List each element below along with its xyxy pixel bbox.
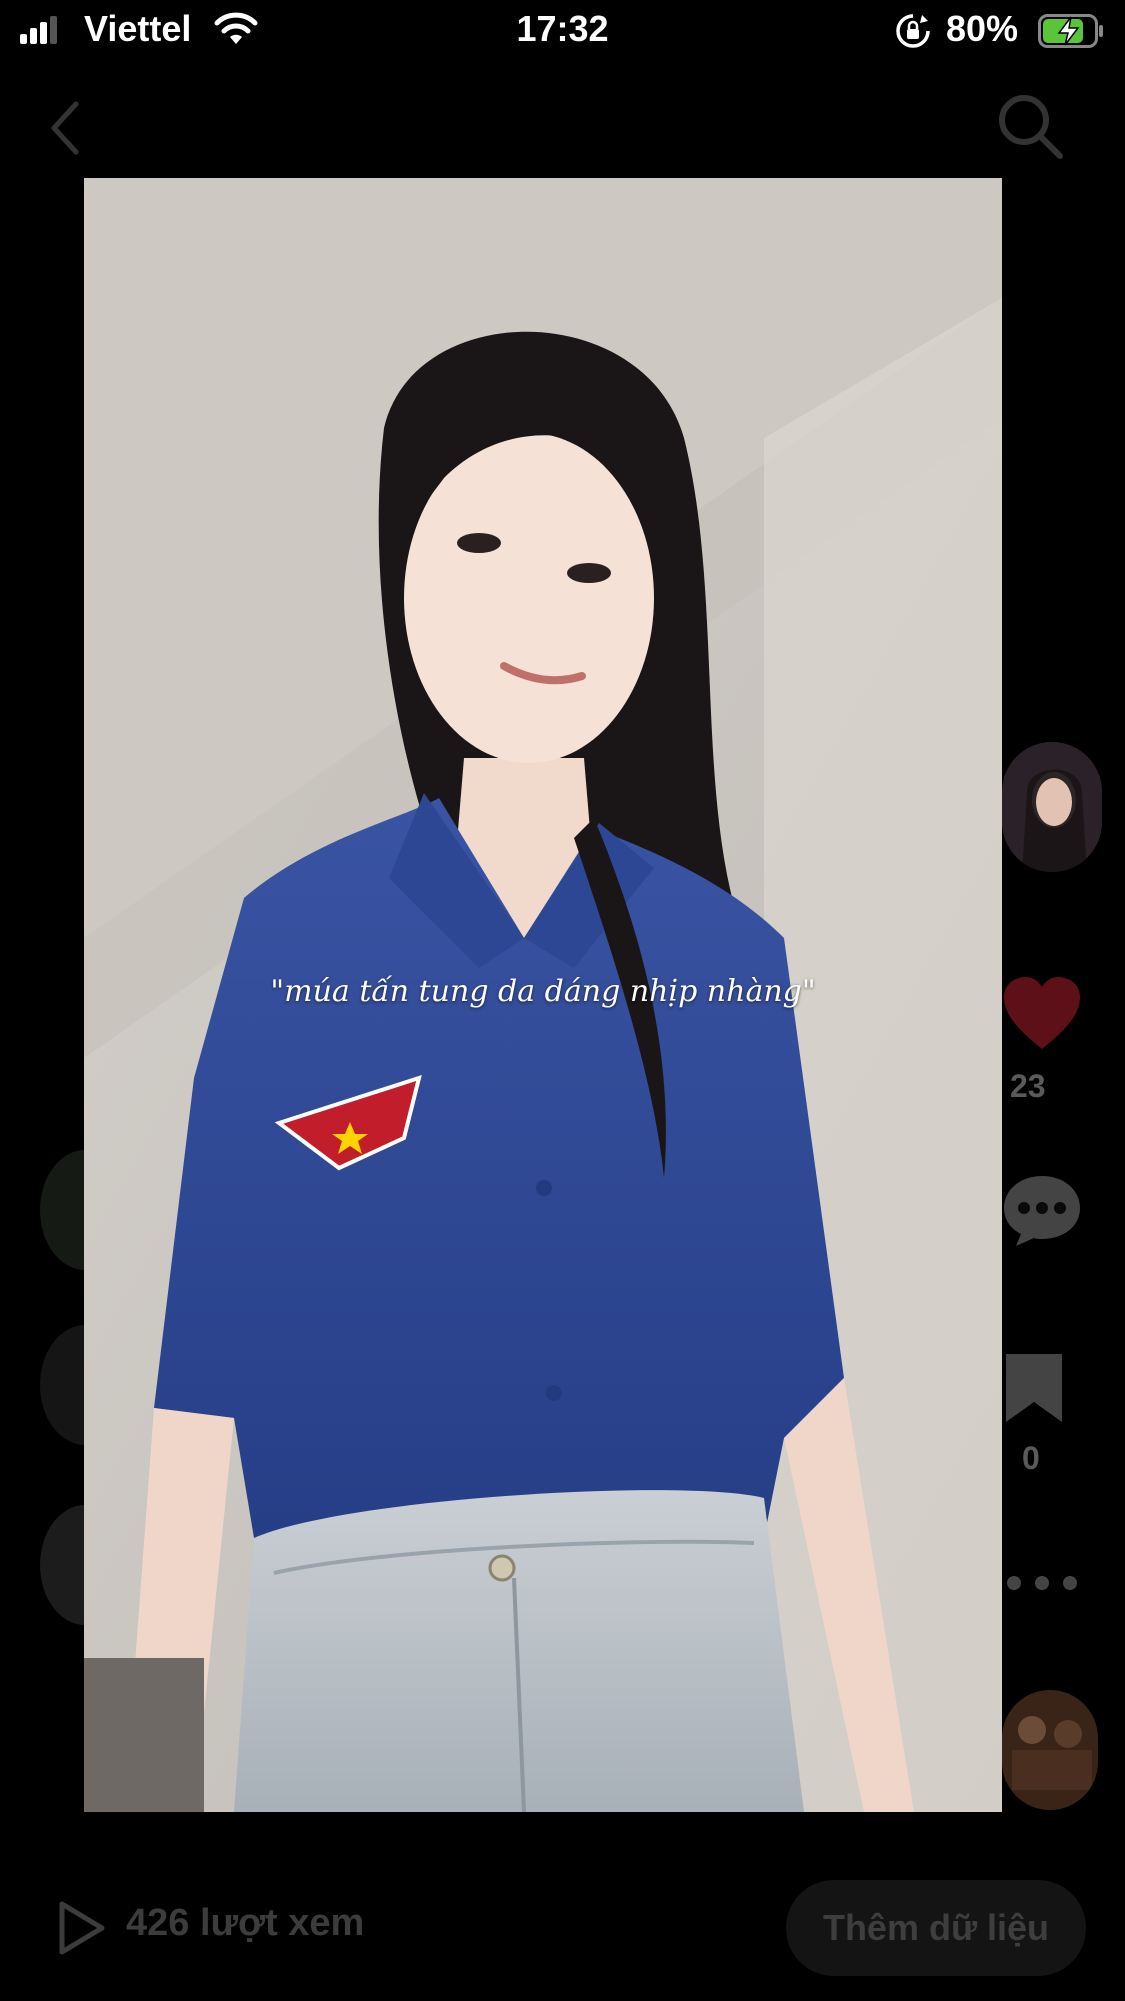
video-caption: "múa tấn tung da dáng nhịp nhàng" — [270, 974, 816, 1009]
heart-icon[interactable] — [1002, 975, 1082, 1055]
battery-percent: 80% — [946, 8, 1019, 49]
video-player[interactable]: "múa tấn tung da dáng nhịp nhàng" — [84, 178, 1002, 1812]
more-icon[interactable] — [1002, 1568, 1082, 1598]
status-bar: Viettel 17:32 80% — [0, 0, 1125, 64]
music-disc[interactable] — [1002, 1690, 1098, 1810]
save-count: 0 — [1022, 1440, 1040, 1476]
view-count: 426 lượt xem — [126, 1902, 365, 1944]
comment-icon[interactable] — [1002, 1170, 1082, 1250]
search-icon[interactable] — [994, 90, 1066, 162]
bookmark-icon[interactable] — [1002, 1350, 1066, 1426]
add-data-button[interactable]: Thêm dữ liệu — [786, 1880, 1086, 1976]
like-count: 23 — [1010, 1068, 1046, 1104]
battery-charging-icon — [1038, 14, 1103, 48]
music-disc-image — [1002, 1690, 1098, 1810]
chevron-left-icon[interactable] — [40, 96, 90, 160]
rotation-lock-icon — [896, 14, 930, 48]
avatar-image — [1002, 742, 1102, 872]
play-icon — [59, 1901, 105, 1955]
avatar[interactable] — [1002, 742, 1102, 872]
